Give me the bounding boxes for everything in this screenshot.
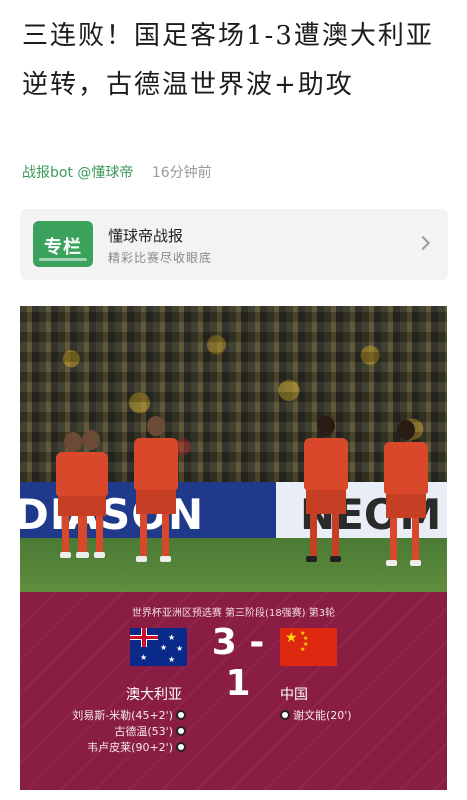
away-team-name: 中国 (280, 687, 308, 703)
soccer-ball-icon (176, 726, 186, 736)
home-team-name: 澳大利亚 (126, 687, 182, 703)
scorer-name: 谢文能(20') (293, 709, 352, 722)
column-description: 精彩比赛尽收眼底 (108, 251, 213, 265)
column-logo-text: 专栏 (44, 237, 82, 258)
player-figure (298, 414, 354, 566)
australia-flag-icon: ★ ★ ★ ★ ★ (130, 628, 187, 666)
scorer-row: 古德温(53') (72, 724, 189, 740)
player-figure (380, 418, 432, 570)
scorer-name: 韦卢皮莱(90+2') (87, 741, 173, 754)
player-figure (74, 426, 108, 562)
soccer-ball-icon (280, 710, 290, 720)
china-flag-icon: ★ ★ ★ ★ ★ (280, 628, 337, 666)
score-card[interactable]: 世界杯亚洲区预选赛 第三阶段(18强赛) 第3轮 ★ ★ ★ ★ ★ 3 - 1… (20, 592, 447, 790)
scorer-row: 刘易斯-米勒(45+2') (72, 708, 189, 724)
scorer-name: 古德温(53') (114, 725, 173, 738)
soccer-ball-icon (176, 742, 186, 752)
home-scorers: 刘易斯-米勒(45+2') 古德温(53') 韦卢皮莱(90+2') (72, 708, 189, 756)
publish-time: 16分钟前 (151, 165, 212, 181)
article-meta: 战报bot @懂球帝 16分钟前 (22, 162, 212, 182)
scorer-row: 谢文能(20') (280, 708, 352, 724)
match-score: 3 - 1 (211, 622, 265, 704)
column-card[interactable]: 专栏 懂球帝战报 精彩比赛尽收眼底 (20, 209, 448, 280)
column-logo-bar (39, 258, 87, 261)
column-logo: 专栏 (33, 221, 93, 267)
chevron-right-icon (415, 235, 431, 251)
author-link[interactable]: 战报bot @懂球帝 (22, 165, 133, 181)
article-title: 三连败！国足客场1-3遭澳大利亚逆转，古德温世界波+助攻 (22, 21, 434, 100)
column-name: 懂球帝战报 (108, 227, 184, 245)
away-scorers: 谢文能(20') (280, 708, 352, 724)
match-photo[interactable]: DIASON NEOM (20, 306, 447, 592)
competition-name: 世界杯亚洲区预选赛 第三阶段(18强赛) 第3轮 (131, 608, 336, 619)
scorer-name: 刘易斯-米勒(45+2') (72, 709, 173, 722)
player-figure (128, 414, 184, 566)
scorer-row: 韦卢皮莱(90+2') (72, 740, 189, 756)
soccer-ball-icon (176, 710, 186, 720)
